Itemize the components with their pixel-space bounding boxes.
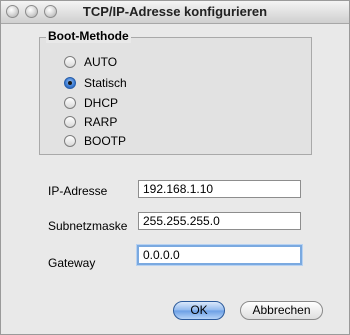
- gateway-field[interactable]: [137, 245, 302, 265]
- ip-address-field[interactable]: [138, 180, 301, 198]
- radio-auto[interactable]: AUTO: [64, 54, 117, 70]
- gateway-label: Gateway: [48, 256, 96, 270]
- title-bar[interactable]: TCP/IP-Adresse konfigurieren: [1, 1, 349, 24]
- ok-button[interactable]: OK: [173, 301, 225, 320]
- radio-button[interactable]: [64, 97, 76, 109]
- radio-label: Statisch: [84, 76, 127, 90]
- radio-button[interactable]: [64, 56, 76, 68]
- cancel-button[interactable]: Abbrechen: [240, 301, 323, 320]
- radio-bootp[interactable]: BOOTP: [64, 133, 126, 149]
- subnet-mask-field[interactable]: [138, 212, 301, 230]
- radio-label: BOOTP: [84, 134, 127, 148]
- subnet-mask-label: Subnetzmaske: [48, 219, 128, 233]
- radio-label: AUTO: [84, 55, 118, 69]
- radio-label: RARP: [84, 115, 118, 129]
- radio-rarp[interactable]: RARP: [64, 114, 117, 130]
- radio-statisch[interactable]: Statisch: [64, 75, 127, 91]
- window-title: TCP/IP-Adresse konfigurieren: [82, 4, 268, 19]
- radio-button[interactable]: [64, 135, 76, 147]
- ip-address-label: IP-Adresse: [48, 184, 108, 198]
- radio-button-selected[interactable]: [64, 77, 76, 89]
- dialog-window: TCP/IP-Adresse konfigurieren Boot-Method…: [0, 0, 350, 335]
- boot-method-title: Boot-Methode: [46, 29, 131, 43]
- radio-dhcp[interactable]: DHCP: [64, 95, 118, 111]
- radio-label: DHCP: [84, 96, 119, 110]
- radio-button[interactable]: [64, 116, 76, 128]
